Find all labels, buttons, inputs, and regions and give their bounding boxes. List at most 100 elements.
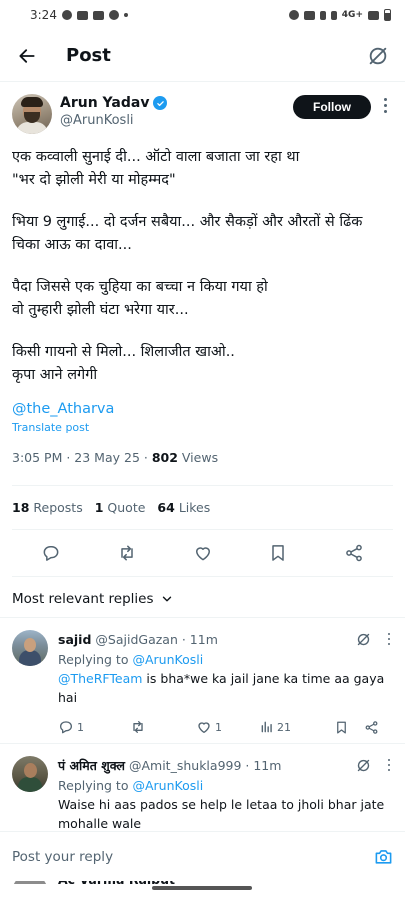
- reply-like-button[interactable]: 1: [196, 719, 260, 735]
- grok-icon[interactable]: [356, 632, 371, 647]
- back-button[interactable]: [14, 43, 40, 69]
- reply-author-handle: @SajidGazan · 11m: [95, 631, 218, 647]
- reply-author-name[interactable]: पं अमित शुक्ल: [58, 757, 125, 774]
- more-options-icon[interactable]: [385, 632, 393, 646]
- reply-views-button[interactable]: 21: [260, 720, 334, 734]
- reply-composer: [0, 831, 405, 881]
- replying-to-link[interactable]: @ArunKosli: [132, 778, 203, 793]
- grok-icon[interactable]: [356, 758, 371, 773]
- reply-text: Waise hi aas pados se help le letaa to j…: [58, 797, 385, 831]
- reply-reply-button[interactable]: 1: [58, 719, 130, 735]
- reply-share-button[interactable]: [364, 720, 379, 735]
- author-info: Arun Yadav @ArunKosli: [60, 94, 293, 130]
- quotes-stat[interactable]: 1 Quote: [95, 500, 146, 515]
- vibrate-icon: [330, 10, 337, 20]
- status-left: 3:24: [30, 8, 128, 22]
- like-button[interactable]: [192, 542, 214, 564]
- reposts-stat[interactable]: 18 Reposts: [12, 500, 83, 515]
- reply-input[interactable]: [12, 848, 373, 865]
- share-button[interactable]: [343, 542, 365, 564]
- more-options-icon[interactable]: [377, 94, 393, 113]
- reply-mention-link[interactable]: @TheRFTeam: [58, 671, 142, 686]
- page-title: Post: [66, 45, 111, 66]
- whatsapp-icon: [108, 10, 119, 20]
- status-bar: 3:24 4G+: [0, 0, 405, 30]
- gesture-nav-handle[interactable]: [152, 886, 252, 890]
- heart-icon: [198, 722, 210, 733]
- share-icon: [365, 720, 378, 734]
- author-name: Arun Yadav: [60, 95, 150, 111]
- camera-button[interactable]: [373, 847, 393, 867]
- author-row: Arun Yadav @ArunKosli Follow: [12, 94, 393, 134]
- reply-author-handle: @Amit_shukla999 · 11m: [128, 757, 282, 773]
- bluetooth-icon: [319, 10, 326, 20]
- chevron-down-icon: [162, 596, 171, 602]
- status-right: 4G+: [288, 9, 391, 21]
- camera-icon: [375, 850, 391, 864]
- snapchat-icon: [61, 10, 72, 20]
- post-paragraph-3: पैदा जिससे एक चुहिया का बच्चा न किया गया…: [12, 279, 268, 318]
- post-stats: 18 Reposts 1 Quote 64 Likes: [12, 486, 393, 530]
- bookmark-button[interactable]: [267, 542, 289, 564]
- reply-actions: 1 1 21: [58, 719, 393, 735]
- reply-avatar[interactable]: [12, 630, 48, 666]
- replying-to-link[interactable]: @ArunKosli: [132, 652, 203, 667]
- post-time: 3:05 PM: [12, 450, 63, 465]
- reply-text: @TheRFTeam is bha*we ka jail jane ka tim…: [58, 671, 385, 705]
- post-paragraph-2: भिया 9 लुगाई... दो दर्जन सबैया... और सैक…: [12, 214, 363, 253]
- post-meta: 3:05 PM · 23 May 25 · 802 Views: [12, 450, 393, 486]
- replying-to: Replying to @ArunKosli: [58, 652, 204, 667]
- follow-button[interactable]: Follow: [293, 95, 371, 119]
- reply-avatar[interactable]: [12, 756, 48, 792]
- alarm-icon: [288, 10, 299, 20]
- reply-item[interactable]: sajid @SajidGazan · 11m Replying to @Aru…: [0, 618, 405, 744]
- clock: 3:24: [30, 8, 57, 22]
- author-handle[interactable]: @ArunKosli: [60, 112, 293, 130]
- reply-icon: [43, 546, 59, 561]
- post-mention-link[interactable]: @the_Atharva: [12, 401, 393, 417]
- repost-button[interactable]: [116, 542, 138, 564]
- avatar[interactable]: [12, 94, 52, 134]
- likes-stat[interactable]: 64 Likes: [157, 500, 210, 515]
- replies-sort-label: Most relevant replies: [12, 591, 154, 607]
- grok-icon: [369, 47, 387, 64]
- main-post: Arun Yadav @ArunKosli Follow एक कव्वाली …: [0, 82, 405, 577]
- reply-body: sajid @SajidGazan · 11m Replying to @Aru…: [58, 630, 393, 735]
- post-actions: [12, 530, 393, 577]
- verified-badge-icon: [153, 96, 168, 110]
- heart-icon: [195, 547, 210, 561]
- youtube-icon-2: [92, 10, 104, 20]
- more-notifications-dot-icon: [123, 13, 128, 17]
- reply-author-name[interactable]: sajid: [58, 632, 91, 647]
- bookmark-icon: [272, 545, 284, 561]
- signal-icon: [368, 10, 379, 20]
- top-app-bar: Post: [0, 30, 405, 82]
- reply-icon: [59, 721, 72, 734]
- views-label: Views: [181, 450, 219, 465]
- translate-post-link[interactable]: Translate post: [12, 421, 393, 434]
- replying-to: Replying to @ArunKosli: [58, 778, 204, 793]
- reply-header: पं अमित शुक्ल @Amit_shukla999 · 11m: [58, 756, 393, 774]
- reply-button[interactable]: [40, 542, 62, 564]
- share-icon: [346, 544, 362, 562]
- key-icon: [303, 10, 315, 20]
- arrow-left-icon: [19, 48, 35, 63]
- post-text: एक कव्वाली सुनाई दी... ऑटो वाला बजाता जा…: [12, 146, 393, 387]
- network-label: 4G+: [341, 10, 363, 20]
- post-paragraph-4: किसी गायनो से मिलो... शिलाजीत खाओ.. कृपा…: [12, 344, 235, 383]
- bookmark-icon: [337, 721, 346, 733]
- author-name-row[interactable]: Arun Yadav: [60, 94, 293, 112]
- repost-icon: [121, 545, 133, 561]
- post-paragraph-1: एक कव्वाली सुनाई दी... ऑटो वाला बजाता जा…: [12, 149, 300, 188]
- reply-repost-button[interactable]: [130, 719, 196, 735]
- grok-button[interactable]: [365, 43, 391, 69]
- replies-sort-dropdown[interactable]: Most relevant replies: [0, 577, 405, 618]
- post-date: 23 May 25: [74, 450, 140, 465]
- reply-header: sajid @SajidGazan · 11m: [58, 630, 393, 648]
- repost-icon: [133, 721, 143, 733]
- youtube-icon: [76, 10, 88, 20]
- reply-bookmark-button[interactable]: [334, 720, 364, 735]
- more-options-icon[interactable]: [385, 758, 393, 772]
- analytics-icon: [261, 721, 272, 733]
- battery-icon: [384, 9, 391, 21]
